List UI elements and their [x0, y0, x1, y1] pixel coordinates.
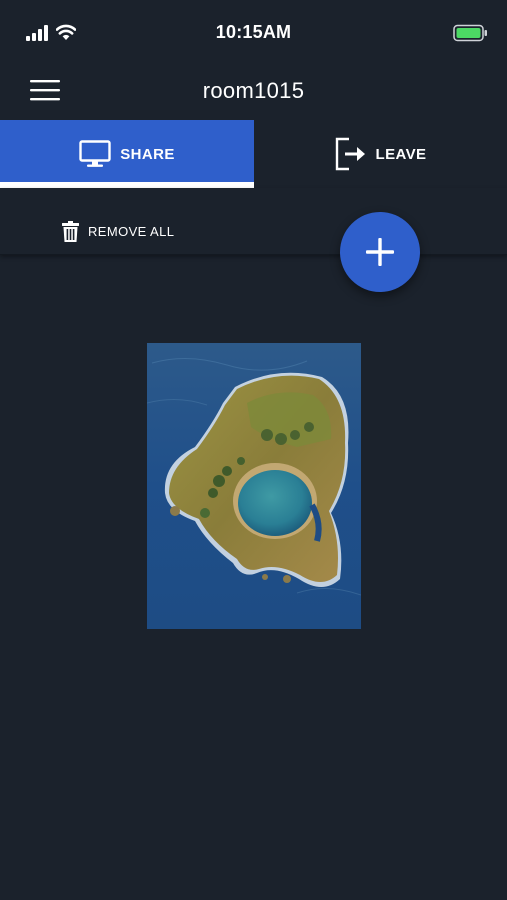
add-button[interactable]	[340, 212, 420, 292]
tab-bar: SHARE LEAVE	[0, 120, 507, 188]
monitor-icon	[79, 140, 111, 167]
room-title: room1015	[202, 78, 305, 103]
app-header: room1015	[0, 60, 507, 120]
shared-image[interactable]	[147, 343, 361, 629]
battery-icon	[453, 24, 487, 42]
tab-leave[interactable]: LEAVE	[254, 120, 507, 188]
remove-all-label: REMOVE ALL	[88, 224, 175, 239]
remove-all-button[interactable]: REMOVE ALL	[62, 221, 174, 242]
plus-icon	[366, 238, 394, 266]
tab-leave-label: LEAVE	[375, 145, 427, 163]
status-bar: 10:15AM	[0, 0, 507, 60]
app-screen: 10:15AM room1015 SHARE LEAVE REMOVE ALL	[0, 0, 507, 900]
exit-icon	[335, 137, 365, 171]
toolbar: REMOVE ALL	[0, 188, 507, 255]
tab-share[interactable]: SHARE	[0, 120, 254, 188]
status-time: 10:15AM	[215, 22, 292, 42]
trash-icon	[62, 221, 79, 242]
tab-share-label: SHARE	[120, 145, 175, 163]
